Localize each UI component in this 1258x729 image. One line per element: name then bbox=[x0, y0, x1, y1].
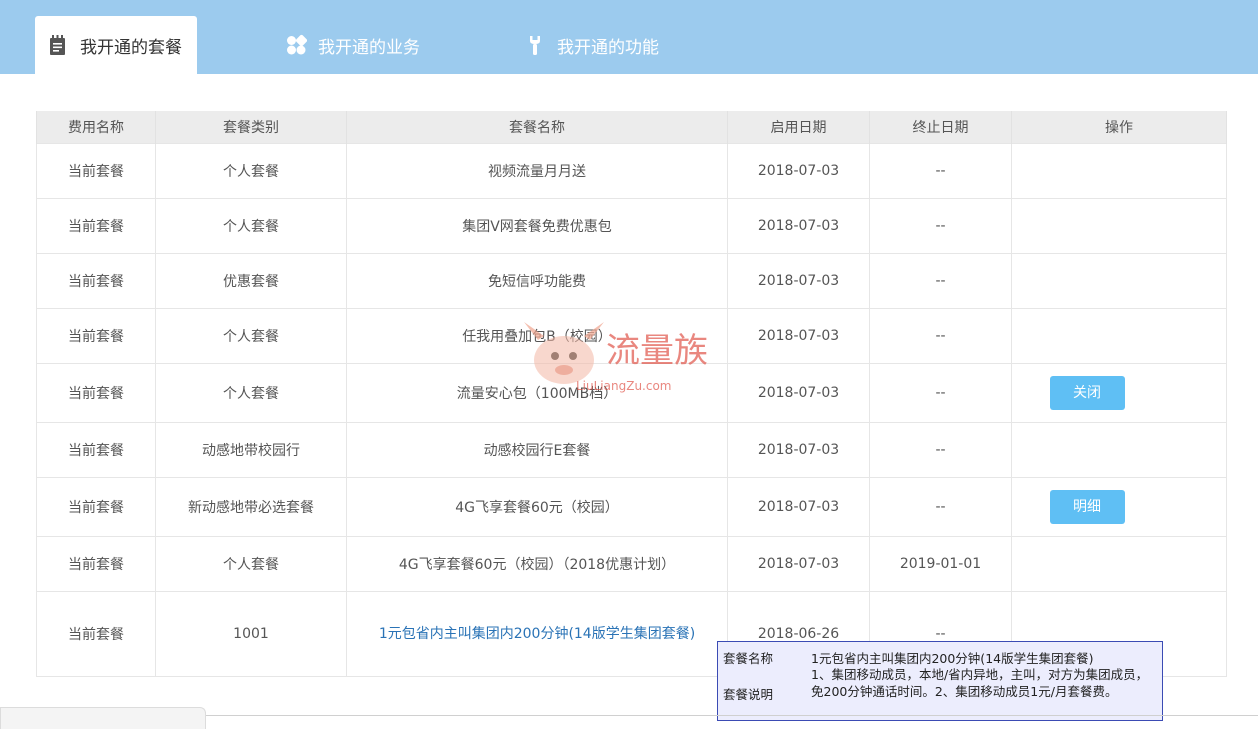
cell-category: 个人套餐 bbox=[155, 308, 347, 364]
plan-name-link[interactable]: 1元包省内主叫集团内200分钟(14版学生集团套餐) bbox=[379, 626, 695, 642]
cell-plan-name: 动感校园行E套餐 bbox=[346, 422, 728, 478]
cell-end-date: -- bbox=[869, 198, 1012, 254]
tab-my-services[interactable]: 我开通的业务 bbox=[285, 16, 420, 74]
table-row: 当前套餐 个人套餐 集团V网套餐免费优惠包 2018-07-03 -- bbox=[36, 198, 1227, 254]
cell-action bbox=[1011, 253, 1227, 309]
table-row: 当前套餐 个人套餐 任我用叠加包B（校园） 2018-07-03 -- bbox=[36, 308, 1227, 364]
tooltip-desc-label: 套餐说明 bbox=[723, 687, 774, 702]
top-tab-bar: 我开通的套餐 我开通的业务 我开通的功能 bbox=[0, 0, 1258, 74]
cell-action bbox=[1011, 536, 1227, 592]
col-header-action: 操作 bbox=[1011, 111, 1227, 144]
cell-action bbox=[1011, 308, 1227, 364]
col-header-plan-name: 套餐名称 bbox=[346, 111, 728, 144]
cell-end-date: 2019-01-01 bbox=[869, 536, 1012, 592]
cell-plan-name: 4G飞享套餐60元（校园）（2018优惠计划） bbox=[346, 536, 728, 592]
cell-category: 个人套餐 bbox=[155, 198, 347, 254]
table-row: 当前套餐 优惠套餐 免短信呼功能费 2018-07-03 -- bbox=[36, 253, 1227, 309]
notepad-icon bbox=[47, 34, 69, 56]
cell-action bbox=[1011, 143, 1227, 199]
cell-action bbox=[1011, 422, 1227, 478]
close-button[interactable]: 关闭 bbox=[1049, 376, 1125, 410]
cell-plan-name: 视频流量月月送 bbox=[346, 143, 728, 199]
cell-end-date: -- bbox=[869, 363, 1012, 423]
plans-table: 费用名称 套餐类别 套餐名称 启用日期 终止日期 操作 当前套餐 个人套餐 视频… bbox=[36, 111, 1227, 677]
cell-action: 明细 bbox=[1011, 477, 1227, 537]
cell-fee: 当前套餐 bbox=[36, 363, 156, 423]
cell-start-date: 2018-07-03 bbox=[727, 198, 870, 254]
tooltip-desc-value: 1、集团移动成员，本地/省内异地，主叫，对方为集团成员，免200分钟通话时间。2… bbox=[811, 667, 1149, 699]
wrench-icon bbox=[524, 34, 546, 56]
cell-category: 优惠套餐 bbox=[155, 253, 347, 309]
bottom-divider bbox=[206, 715, 1258, 716]
cell-start-date: 2018-07-03 bbox=[727, 308, 870, 364]
table-header-row: 费用名称 套餐类别 套餐名称 启用日期 终止日期 操作 bbox=[36, 111, 1227, 144]
table-row: 当前套餐 个人套餐 4G飞享套餐60元（校园）（2018优惠计划） 2018-0… bbox=[36, 536, 1227, 592]
cell-plan-name: 4G飞享套餐60元（校园） bbox=[346, 477, 728, 537]
cell-end-date: -- bbox=[869, 308, 1012, 364]
details-button[interactable]: 明细 bbox=[1049, 490, 1125, 524]
cell-start-date: 2018-07-03 bbox=[727, 253, 870, 309]
cell-category: 动感地带校园行 bbox=[155, 422, 347, 478]
cell-fee: 当前套餐 bbox=[36, 477, 156, 537]
grid-icon bbox=[285, 34, 308, 56]
tab-my-features[interactable]: 我开通的功能 bbox=[524, 16, 659, 74]
cell-plan-name: 免短信呼功能费 bbox=[346, 253, 728, 309]
table-row: 当前套餐 新动感地带必选套餐 4G飞享套餐60元（校园） 2018-07-03 … bbox=[36, 477, 1227, 537]
cell-category: 个人套餐 bbox=[155, 536, 347, 592]
cell-category: 个人套餐 bbox=[155, 143, 347, 199]
table-row: 当前套餐 个人套餐 视频流量月月送 2018-07-03 -- bbox=[36, 143, 1227, 199]
cell-category: 个人套餐 bbox=[155, 363, 347, 423]
tab-label: 我开通的功能 bbox=[557, 37, 659, 58]
cell-fee: 当前套餐 bbox=[36, 536, 156, 592]
table-row: 当前套餐 个人套餐 流量安心包（100MB档） 2018-07-03 -- 关闭 bbox=[36, 363, 1227, 423]
cell-fee: 当前套餐 bbox=[36, 422, 156, 478]
cell-category: 1001 bbox=[155, 591, 347, 677]
cell-start-date: 2018-07-03 bbox=[727, 477, 870, 537]
table-row: 当前套餐 动感地带校园行 动感校园行E套餐 2018-07-03 -- bbox=[36, 422, 1227, 478]
tooltip-name-label: 套餐名称 bbox=[723, 651, 774, 666]
cell-fee: 当前套餐 bbox=[36, 198, 156, 254]
bottom-tab[interactable] bbox=[0, 707, 206, 729]
cell-plan-name: 任我用叠加包B（校园） bbox=[346, 308, 728, 364]
cell-start-date: 2018-07-03 bbox=[727, 422, 870, 478]
cell-end-date: -- bbox=[869, 477, 1012, 537]
col-header-start-date: 启用日期 bbox=[727, 111, 870, 144]
col-header-category: 套餐类别 bbox=[155, 111, 347, 144]
cell-fee: 当前套餐 bbox=[36, 308, 156, 364]
cell-end-date: -- bbox=[869, 143, 1012, 199]
cell-end-date: -- bbox=[869, 253, 1012, 309]
cell-start-date: 2018-07-03 bbox=[727, 143, 870, 199]
col-header-end-date: 终止日期 bbox=[869, 111, 1012, 144]
cell-action bbox=[1011, 198, 1227, 254]
cell-start-date: 2018-07-03 bbox=[727, 363, 870, 423]
cell-action: 关闭 bbox=[1011, 363, 1227, 423]
cell-plan-name: 1元包省内主叫集团内200分钟(14版学生集团套餐) bbox=[346, 591, 728, 677]
cell-plan-name: 流量安心包（100MB档） bbox=[346, 363, 728, 423]
cell-end-date: -- bbox=[869, 422, 1012, 478]
cell-category: 新动感地带必选套餐 bbox=[155, 477, 347, 537]
cell-fee: 当前套餐 bbox=[36, 143, 156, 199]
tab-label: 我开通的套餐 bbox=[80, 37, 182, 58]
tab-label: 我开通的业务 bbox=[318, 37, 420, 58]
cell-start-date: 2018-07-03 bbox=[727, 536, 870, 592]
cell-fee: 当前套餐 bbox=[36, 253, 156, 309]
plan-tooltip: 套餐名称 1元包省内主叫集团内200分钟(14版学生集团套餐) 套餐说明 1、集… bbox=[717, 641, 1163, 721]
tab-my-plans[interactable]: 我开通的套餐 bbox=[35, 16, 197, 74]
col-header-fee: 费用名称 bbox=[36, 111, 156, 144]
tooltip-name-value: 1元包省内主叫集团内200分钟(14版学生集团套餐) bbox=[811, 651, 1094, 666]
cell-fee: 当前套餐 bbox=[36, 591, 156, 677]
cell-plan-name: 集团V网套餐免费优惠包 bbox=[346, 198, 728, 254]
